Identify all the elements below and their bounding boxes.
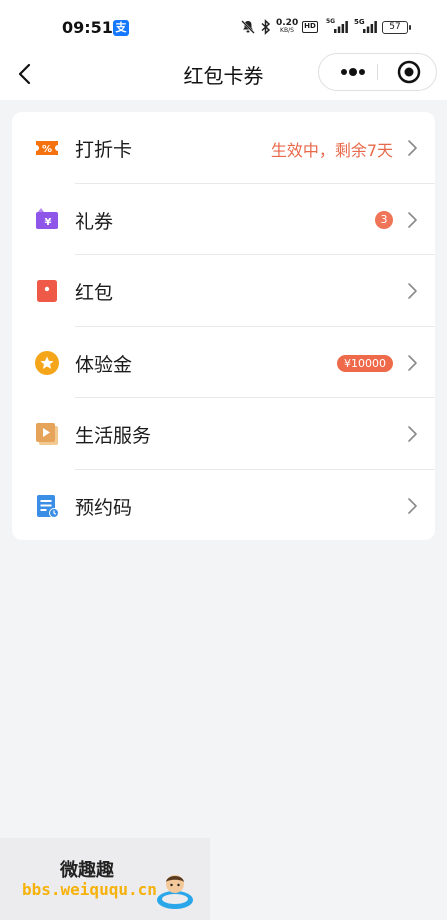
coupon-icon: ¥ xyxy=(36,207,58,229)
list-item-label: 体验金 xyxy=(75,353,133,376)
network-speed: 0.20 KB/S xyxy=(276,19,298,35)
battery-indicator: 57 xyxy=(382,21,411,34)
more-dots-icon[interactable] xyxy=(327,54,377,90)
chevron-right-icon xyxy=(408,497,417,514)
list-item-discount-card[interactable]: % 打折卡 生效中，剩余7天 xyxy=(12,112,435,184)
target-close-icon[interactable] xyxy=(389,54,429,90)
svg-text:%: % xyxy=(42,144,52,155)
signal-5g-2: 5G xyxy=(354,18,378,36)
red-packet-icon xyxy=(37,280,57,302)
count-badge: 3 xyxy=(375,210,393,229)
list-item-red-packet[interactable]: 红包 xyxy=(12,255,435,327)
chevron-right-icon xyxy=(408,354,417,371)
list-item-life-service[interactable]: 生活服务 xyxy=(12,398,435,470)
status-time: 09:51 xyxy=(62,18,113,37)
network-speed-unit: KB/S xyxy=(280,27,294,34)
chevron-right-icon xyxy=(408,426,417,442)
chevron-right-icon xyxy=(408,140,417,156)
list-item-label: 预约码 xyxy=(75,496,133,519)
list-item-label: 礼券 xyxy=(75,210,114,233)
list-item-label: 红包 xyxy=(75,282,114,304)
signal-bars-icon xyxy=(363,21,377,33)
svg-text:¥: ¥ xyxy=(45,217,52,228)
watermark: 微趣趣 bbs.weiququ.cn xyxy=(0,838,210,920)
mascot-icon xyxy=(157,875,193,909)
status-bar: 09:51 支 0.20 KB/S HD 5G 5G 57 xyxy=(0,0,447,50)
bluetooth-icon xyxy=(261,19,271,35)
coupon-list-card: % 打折卡 生效中，剩余7天 ¥ 礼券 3 红包 体验金 ¥10000 生活服务… xyxy=(12,112,435,540)
experience-gold-icon xyxy=(35,350,59,375)
appointment-code-icon xyxy=(37,494,59,518)
list-item-label: 生活服务 xyxy=(75,425,152,447)
list-item-appointment-code[interactable]: 预约码 xyxy=(12,470,435,541)
discount-card-icon: % xyxy=(36,141,58,155)
chevron-right-icon xyxy=(408,283,417,299)
signal-5g-1: 5G xyxy=(326,18,348,36)
hd-badge: HD xyxy=(302,21,318,33)
mini-program-capsule xyxy=(318,53,437,91)
amount-badge: ¥10000 xyxy=(337,354,393,372)
chevron-right-icon xyxy=(408,211,417,228)
mute-bell-icon xyxy=(241,20,255,34)
list-item-coupon[interactable]: ¥ 礼券 3 xyxy=(12,184,435,255)
status-text: 生效中，剩余7天 xyxy=(270,141,393,160)
capsule-divider xyxy=(377,64,378,80)
chevron-left-icon[interactable] xyxy=(14,62,36,86)
watermark-title: 微趣趣 xyxy=(60,860,114,881)
list-item-label: 打折卡 xyxy=(75,139,133,161)
watermark-url: bbs.weiququ.cn xyxy=(22,880,157,899)
life-service-icon xyxy=(36,423,58,445)
nav-bar: 红包卡券 xyxy=(0,50,447,100)
list-item-experience-gold[interactable]: 体验金 ¥10000 xyxy=(12,327,435,398)
signal-bars-icon xyxy=(334,21,348,33)
alipay-icon: 支 xyxy=(113,20,129,36)
